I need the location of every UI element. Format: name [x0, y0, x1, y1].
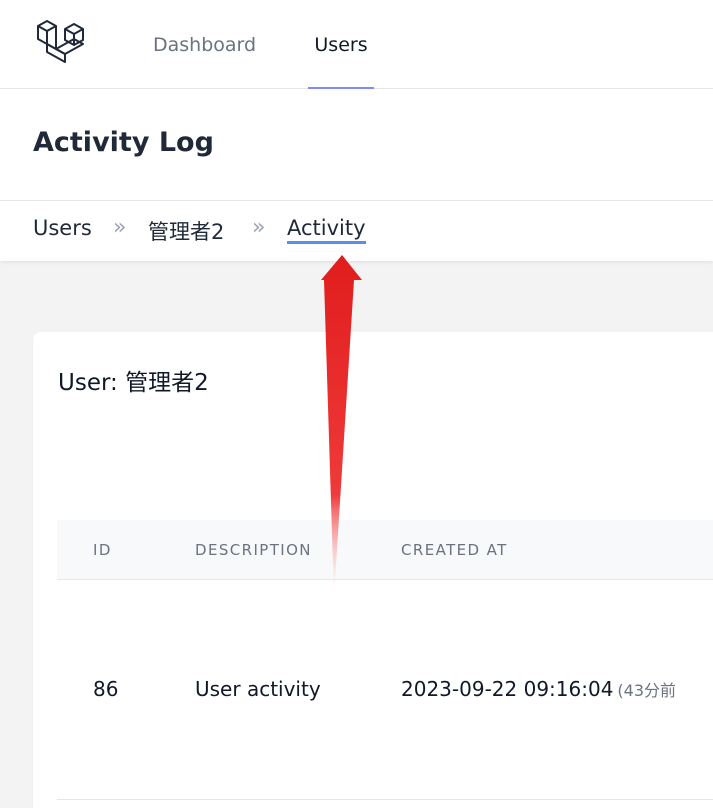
- table-row: 86 User activity 2023-09-22 09:16:04 (43分…: [57, 580, 713, 800]
- nav-link-users[interactable]: Users: [308, 0, 374, 90]
- card-title: User: 管理者2: [58, 370, 209, 396]
- created-at-relative: (43分前: [617, 681, 677, 700]
- breadcrumb-activity[interactable]: Activity: [287, 216, 366, 244]
- nav-link-dashboard[interactable]: Dashboard: [153, 0, 256, 89]
- column-header-id: ID: [93, 541, 112, 559]
- table-header: ID DESCRIPTION CREATED AT: [57, 520, 713, 580]
- column-header-created-at: CREATED AT: [401, 541, 508, 559]
- breadcrumb-separator: »: [252, 215, 266, 240]
- top-navigation: Dashboard Users: [0, 0, 713, 90]
- breadcrumb: Users » 管理者2 » Activity: [0, 200, 713, 261]
- page-title: Activity Log: [33, 127, 214, 158]
- breadcrumb-users[interactable]: Users: [33, 216, 92, 240]
- page-header: Activity Log: [0, 89, 713, 200]
- cell-id: 86: [93, 677, 119, 701]
- activity-card: User: 管理者2 ID DESCRIPTION CREATED AT 86 …: [33, 332, 713, 808]
- column-header-description: DESCRIPTION: [195, 541, 312, 559]
- cell-description: User activity: [195, 677, 321, 701]
- cell-created-at: 2023-09-22 09:16:04 (43分前: [401, 677, 676, 701]
- created-at-value: 2023-09-22 09:16:04: [401, 677, 614, 701]
- breadcrumb-separator: »: [113, 215, 127, 240]
- laravel-logo-icon[interactable]: [36, 16, 88, 66]
- breadcrumb-user[interactable]: 管理者2: [148, 216, 224, 246]
